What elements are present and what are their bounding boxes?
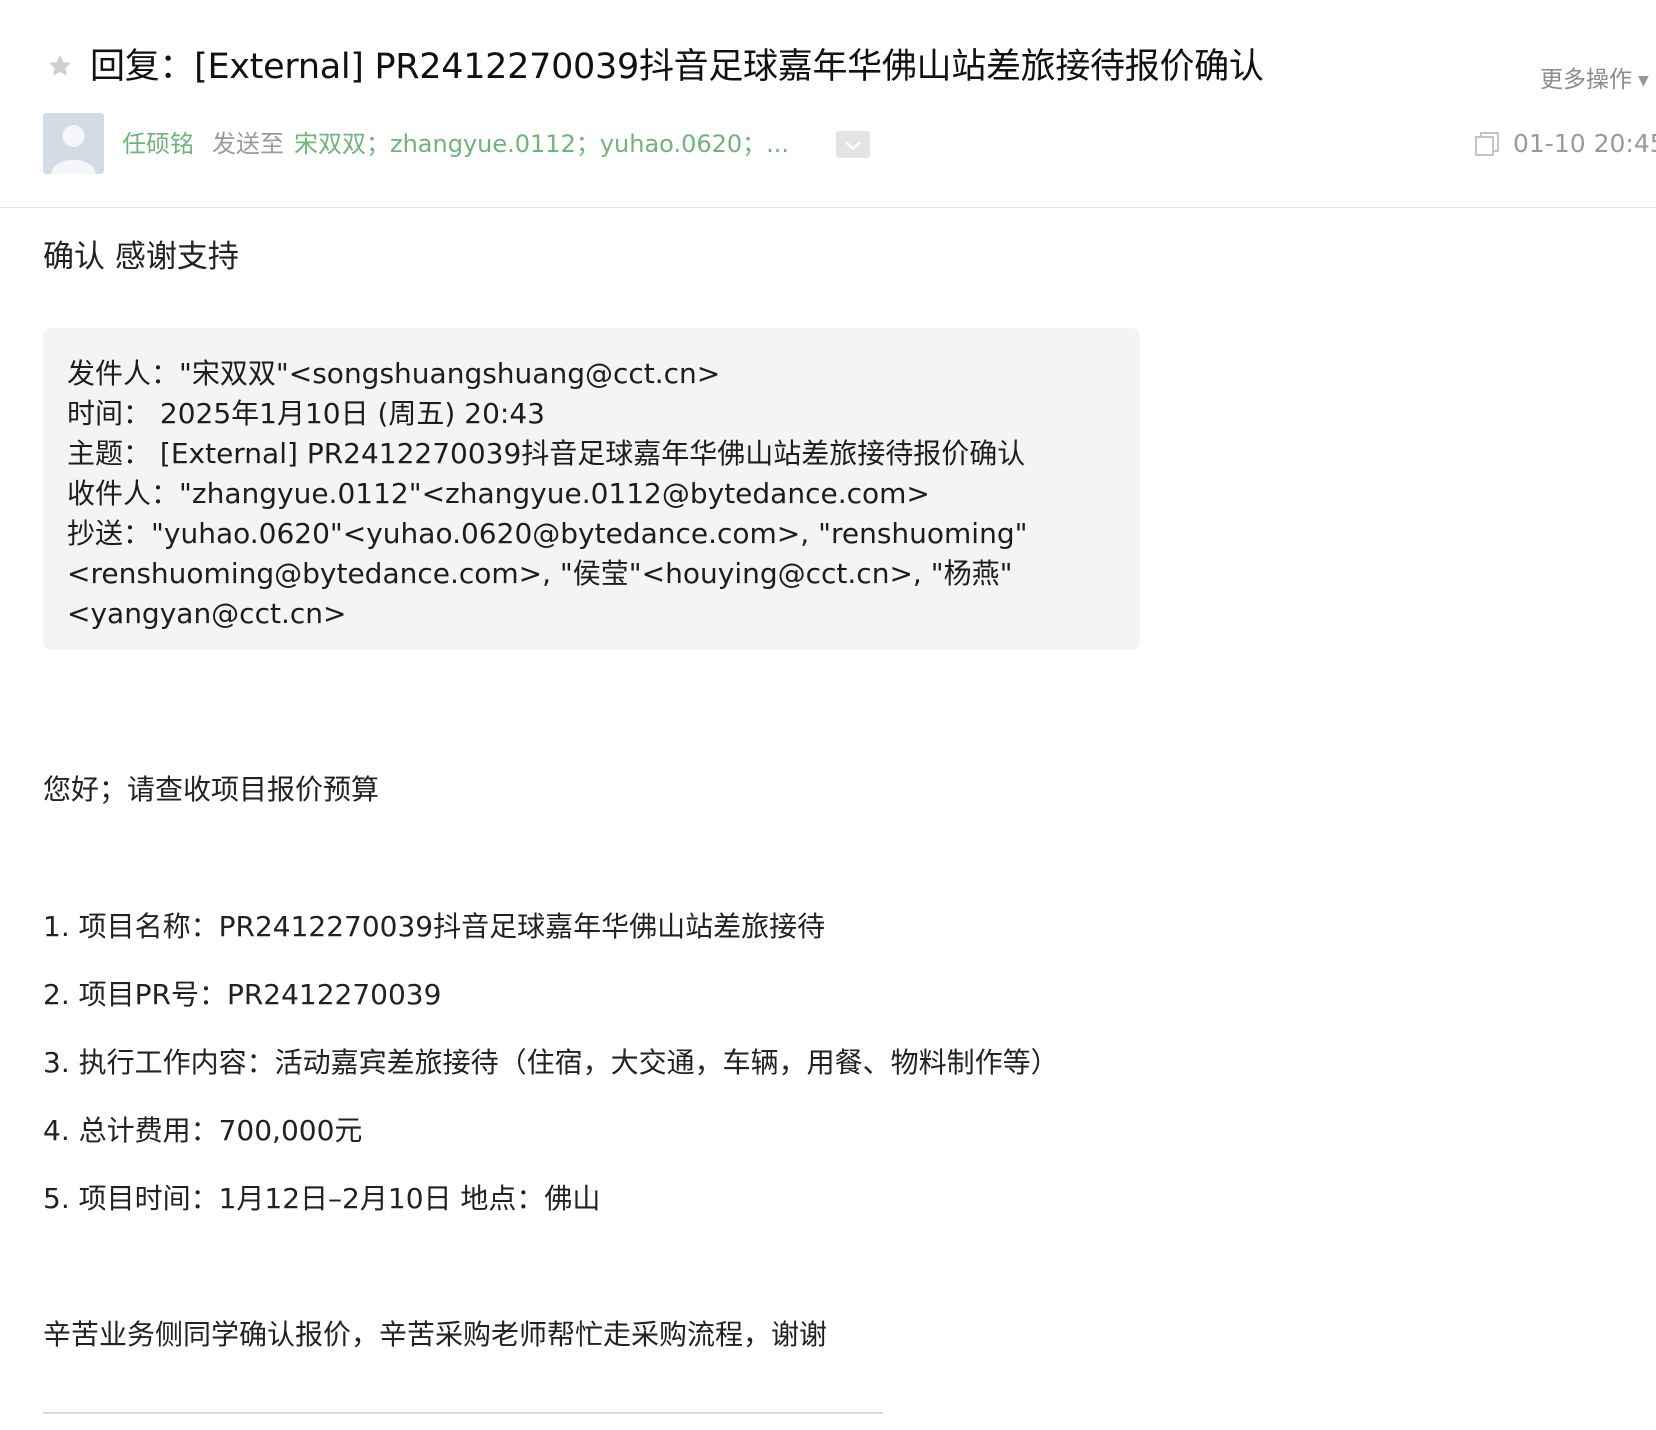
list-item: 5. 项目时间：1月12日–2月10日 地点：佛山 [43,1182,601,1215]
sender-line: 任硕铭 发送至 宋双双；zhangyue.0112；yuhao.0620；... [122,126,789,162]
quote-subject-line: 主题： [External] PR2412270039抖音足球嘉年华佛山站差旅接… [67,437,1026,470]
mail-header: 回复：[External] PR2412270039抖音足球嘉年华佛山站差旅接待… [0,0,1656,208]
more-actions-label: 更多操作 [1540,67,1632,93]
quote-cc-line-cont: <renshuoming@bytedance.com>, "侯莹"<houyin… [67,557,1013,590]
star-icon[interactable] [46,52,74,80]
default-avatar-icon[interactable] [43,113,104,174]
list-item: 2. 项目PR号：PR2412270039 [43,978,442,1011]
divider [43,1412,883,1414]
quote-cc-line-end: <yangyan@cct.cn> [67,597,347,630]
sender-name[interactable]: 任硕铭 [122,130,194,158]
list-item: 1. 项目名称：PR2412270039抖音足球嘉年华佛山站差旅接待 [43,910,826,943]
closing-text: 辛苦业务侧同学确认报价，辛苦采购老师帮忙走采购流程，谢谢 [43,1318,828,1351]
quote-to-line: 收件人："zhangyue.0112"<zhangyue.0112@byteda… [67,477,930,510]
recipients-list[interactable]: 宋双双；zhangyue.0112；yuhao.0620；... [294,130,789,158]
expand-recipients-button[interactable] [836,131,870,158]
mail-subject: 回复：[External] PR2412270039抖音足球嘉年华佛山站差旅接待… [90,47,1264,87]
list-item: 3. 执行工作内容：活动嘉宾差旅接待（住宿，大交通，车辆，用餐、物料制作等） [43,1046,1059,1079]
list-item: 4. 总计费用：700,000元 [43,1114,363,1147]
greeting-text: 您好；请查收项目报价预算 [43,773,380,806]
more-actions-button[interactable]: 更多操作 ▼ [1540,60,1649,94]
check-dropdown-icon [845,141,861,151]
sent-to-label: 发送至 [212,130,284,158]
quote-time-line: 时间： 2025年1月10日 (周五) 20:43 [67,397,545,430]
mail-datetime: 01-10 20:45 [1513,129,1656,158]
quote-lines: 发件人："宋双双"<songshuangshuang@cct.cn> 时间： 2… [67,354,1027,634]
reply-text: 确认 感谢支持 [43,239,239,275]
new-window-icon[interactable] [1474,131,1500,157]
caret-down-icon: ▼ [1638,72,1649,89]
quote-cc-line: 抄送："yuhao.0620"<yuhao.0620@bytedance.com… [67,517,1028,550]
quoted-message-header: 发件人："宋双双"<songshuangshuang@cct.cn> 时间： 2… [43,328,1140,650]
quote-from-line: 发件人："宋双双"<songshuangshuang@cct.cn> [67,357,721,390]
